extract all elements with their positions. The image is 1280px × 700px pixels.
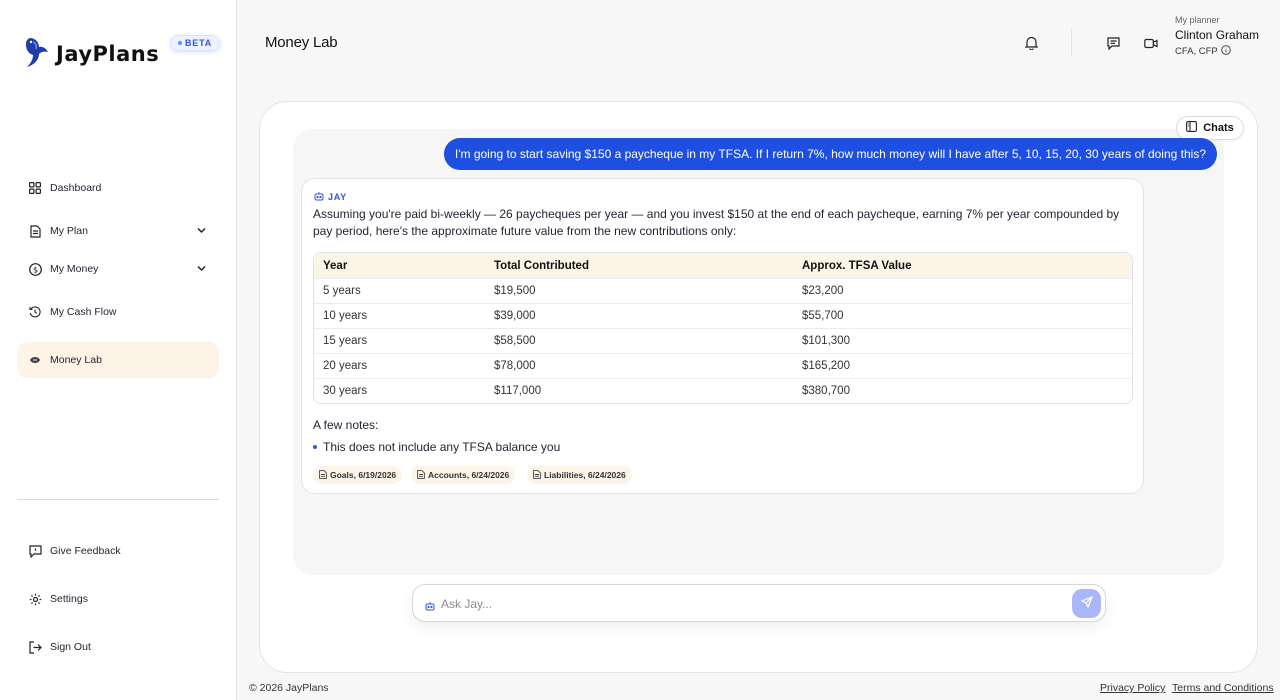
robot-icon [314, 191, 324, 203]
note-item: This does not include any TFSA balance y… [313, 440, 560, 454]
table-cell: $19,500 [494, 285, 536, 297]
table-cell: $117,000 [494, 385, 542, 397]
grid-icon [28, 181, 42, 195]
beta-badge: BETA [170, 35, 221, 51]
source-chip-label: Goals, 6/19/2026 [330, 470, 397, 480]
chats-button-label: Chats [1203, 122, 1234, 134]
video-call-icon[interactable] [1143, 35, 1159, 51]
brand-logo[interactable]: JayPlans [24, 34, 159, 73]
sidebar-item-dashboard[interactable]: Dashboard [17, 170, 219, 206]
notification-bell-icon[interactable] [1023, 35, 1039, 51]
table-cell: $380,700 [802, 385, 850, 397]
assistant-name: JAY [328, 192, 348, 202]
sidebar-divider [17, 499, 219, 500]
sidebar-item-money-lab[interactable]: Money Lab [17, 342, 219, 378]
planner-credentials-text: CFA, CFP [1175, 46, 1218, 57]
logout-icon [28, 640, 42, 654]
brand-name: JayPlans [56, 41, 160, 66]
table-row: 10 years $39,000 $55,700 [314, 303, 1132, 328]
message-icon[interactable] [1105, 35, 1121, 51]
chevron-down-icon[interactable] [196, 263, 207, 277]
table-cell: 20 years [323, 360, 368, 372]
table-header-value: Approx. TFSA Value [802, 259, 912, 272]
gear-icon [28, 592, 42, 606]
sidebar-item-label: Settings [50, 593, 88, 605]
table-cell: $23,200 [802, 285, 844, 297]
dollar-circle-icon: $ [28, 262, 42, 276]
send-button[interactable] [1072, 589, 1101, 618]
table-row: 15 years $58,500 $101,300 [314, 328, 1132, 353]
chevron-down-icon[interactable] [196, 225, 207, 239]
history-icon [28, 305, 42, 319]
table-row: 5 years $19,500 $23,200 [314, 278, 1132, 303]
source-chip-liabilities[interactable]: Liabilities, 6/24/2026 [527, 466, 632, 484]
sidebar-item-label: Money Lab [50, 354, 102, 366]
sidebar-item-sign-out[interactable]: Sign Out [17, 629, 219, 665]
table-cell: 15 years [323, 335, 368, 347]
note-text: This does not include any TFSA balance y… [323, 440, 561, 454]
info-icon[interactable] [1221, 45, 1231, 58]
source-chip-goals[interactable]: Goals, 6/19/2026 [313, 466, 403, 484]
terms-link[interactable]: Terms and Conditions [1172, 682, 1274, 694]
sidebar-item-label: My Cash Flow [50, 306, 117, 318]
table-header-contributed: Total Contributed [494, 259, 589, 272]
assistant-message-card: JAY Assuming you're paid bi-weekly — 26 … [301, 178, 1144, 494]
flask-icon [28, 353, 42, 367]
planner-name[interactable]: Clinton Graham [1175, 28, 1259, 42]
header-divider [1071, 29, 1072, 56]
projection-table: Year Total Contributed Approx. TFSA Valu… [313, 252, 1133, 404]
table-cell: $101,300 [802, 335, 850, 347]
document-icon [319, 469, 327, 481]
feedback-icon [28, 544, 42, 558]
table-cell: $58,500 [494, 335, 536, 347]
sidebar-item-label: My Plan [50, 225, 88, 237]
table-cell: $78,000 [494, 360, 536, 372]
sidebar-item-my-plan[interactable]: My Plan [17, 213, 219, 249]
robot-icon [425, 598, 435, 616]
table-cell: 30 years [323, 385, 368, 397]
privacy-policy-link[interactable]: Privacy Policy [1100, 682, 1165, 694]
assistant-intro-text: Assuming you're paid bi-weekly — 26 payc… [313, 207, 1120, 238]
table-header-row: Year Total Contributed Approx. TFSA Valu… [314, 253, 1132, 278]
sidebar-item-settings[interactable]: Settings [17, 581, 219, 617]
table-cell: 5 years [323, 285, 361, 297]
document-icon [417, 469, 425, 481]
page-title: Money Lab [265, 34, 338, 51]
chats-button[interactable]: Chats [1176, 116, 1244, 140]
send-icon [1080, 595, 1093, 613]
notes-title: A few notes: [313, 418, 379, 432]
sidebar-item-my-money[interactable]: $ My Money [17, 251, 219, 287]
source-chip-label: Accounts, 6/24/2026 [428, 470, 510, 480]
table-cell: 10 years [323, 310, 368, 322]
sidebar-item-my-cash-flow[interactable]: My Cash Flow [17, 294, 219, 330]
document-icon [533, 469, 541, 481]
sidebar-item-label: Dashboard [50, 182, 102, 194]
table-cell: $39,000 [494, 310, 536, 322]
sidebar-item-label: Give Feedback [50, 545, 121, 557]
assistant-tag: JAY [314, 191, 347, 203]
document-icon [28, 224, 42, 238]
sidebar-panel-icon [1186, 121, 1198, 135]
source-chip-accounts[interactable]: Accounts, 6/24/2026 [411, 466, 516, 484]
svg-text:$: $ [32, 265, 37, 274]
table-row: 30 years $117,000 $380,700 [314, 378, 1132, 403]
sidebar-item-label: Sign Out [50, 641, 91, 653]
user-message-bubble: I'm going to start saving $150 a paycheq… [443, 138, 1217, 170]
ask-jay-input[interactable] [441, 594, 1061, 614]
bird-logo-icon [24, 34, 52, 73]
beta-badge-label: BETA [185, 38, 213, 48]
footer-copyright: © 2026 JayPlans [249, 682, 329, 694]
table-header-year: Year [323, 259, 348, 272]
planner-credentials: CFA, CFP [1175, 45, 1231, 58]
source-chip-label: Liabilities, 6/24/2026 [544, 470, 626, 480]
table-row: 20 years $78,000 $165,200 [314, 353, 1132, 378]
ask-bar [412, 584, 1106, 622]
sidebar-item-give-feedback[interactable]: Give Feedback [17, 533, 219, 569]
planner-label: My planner [1175, 15, 1220, 25]
bullet-dot [313, 445, 317, 449]
sidebar: JayPlans BETA Dashboard My Plan $ My Mon… [0, 0, 237, 700]
table-cell: $165,200 [802, 360, 850, 372]
sidebar-item-label: My Money [50, 263, 99, 275]
table-cell: $55,700 [802, 310, 844, 322]
